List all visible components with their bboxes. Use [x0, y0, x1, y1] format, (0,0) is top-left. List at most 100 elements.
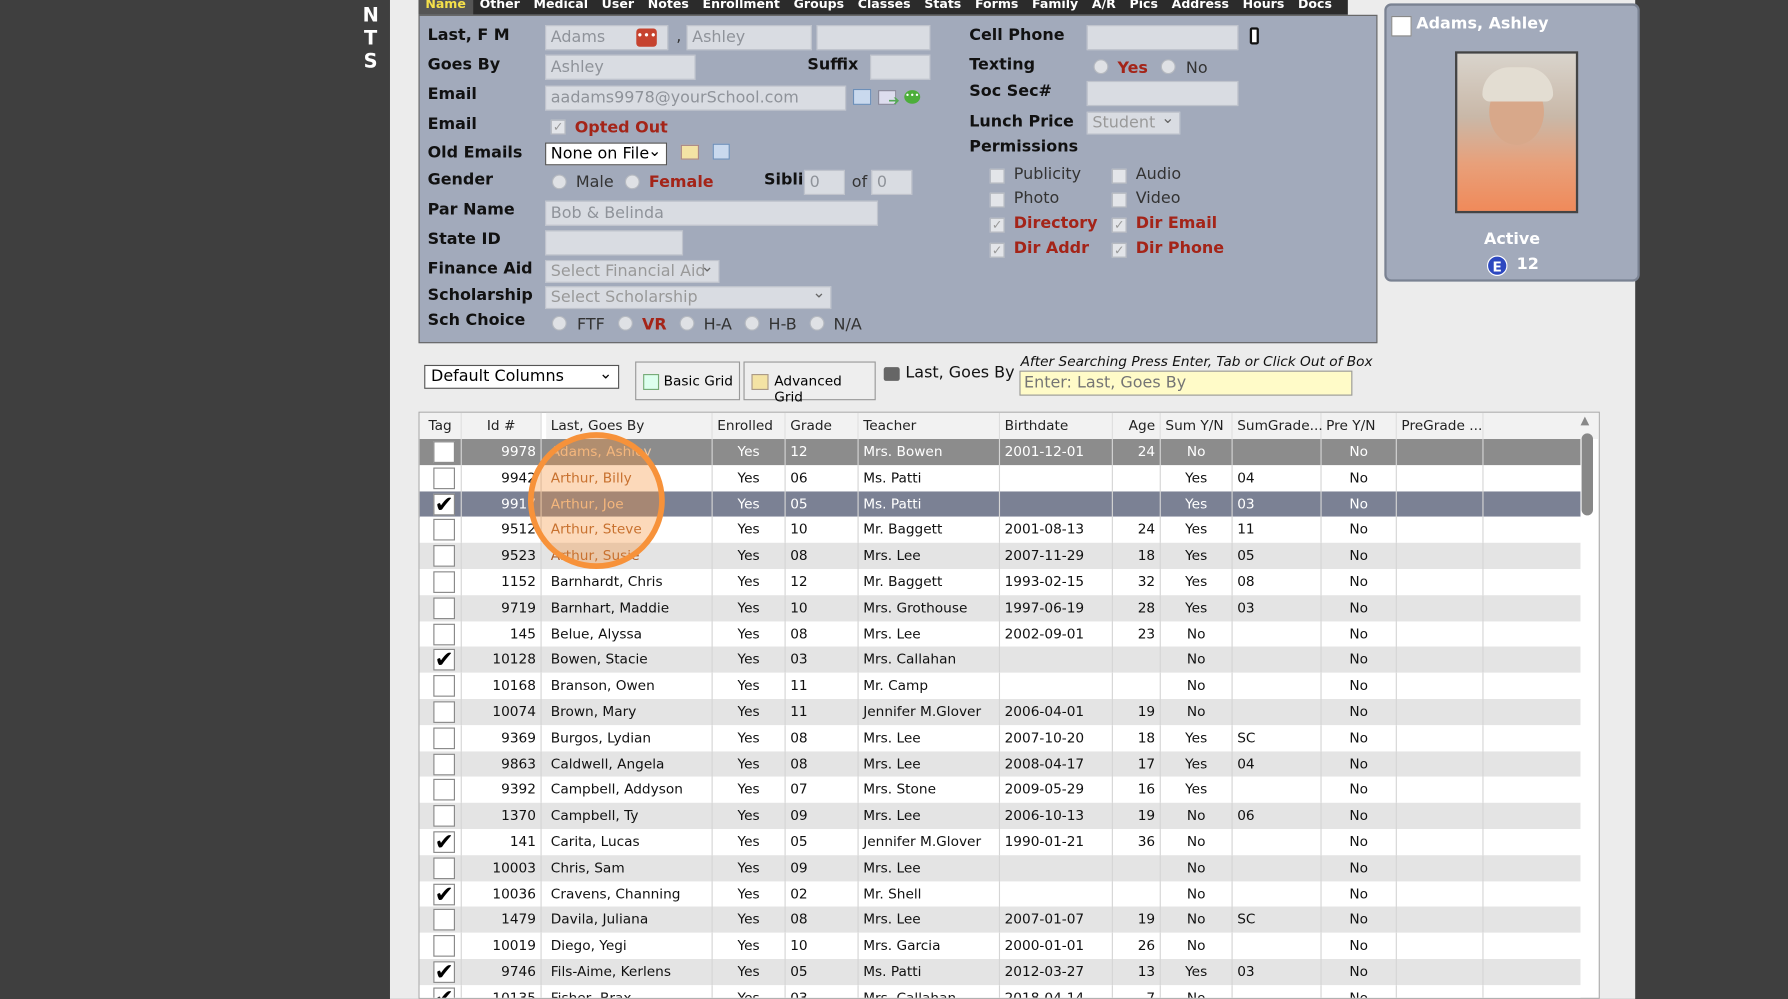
permission-checkbox[interactable]: ✓: [989, 242, 1005, 258]
permission-checkbox[interactable]: ✓: [989, 217, 1005, 233]
column-header[interactable]: Pre Y/N: [1321, 412, 1397, 440]
table-row[interactable]: ✔ 141 Carita, Lucas Yes 05 Jennifer M.Glover 1…: [419, 828, 1581, 856]
table-row[interactable]: 9863 Caldwell, Angela Yes 08 Mrs. Lee 2008-04…: [419, 750, 1581, 778]
scholarship-select[interactable]: Select Scholarship: [545, 284, 832, 310]
tab-medical[interactable]: Medical: [527, 0, 595, 15]
scrollbar-thumb[interactable]: [1581, 433, 1593, 516]
texting-yes-radio[interactable]: [1093, 59, 1109, 75]
table-row[interactable]: 9719 Barnhart, Maddie Yes 10 Mrs. Grothouse 1…: [419, 595, 1581, 622]
suffix-input[interactable]: [870, 54, 931, 80]
tag-checkbox[interactable]: [433, 857, 455, 879]
table-row[interactable]: 1479 Davila, Juliana Yes 08 Mrs. Lee 2007-01-…: [419, 906, 1581, 934]
edit-email-icon[interactable]: [680, 144, 700, 160]
table-row[interactable]: 10019 Diego, Yegi Yes 10 Mrs. Garcia 2000-01-…: [419, 932, 1581, 960]
goes-by-input[interactable]: Ashley: [545, 54, 696, 80]
tag-checkbox[interactable]: ✔: [433, 648, 455, 671]
permission-checkbox[interactable]: [989, 192, 1005, 208]
tag-checkbox[interactable]: [433, 779, 455, 801]
table-row[interactable]: 145 Belue, Alyssa Yes 08 Mrs. Lee 2002-09-01 2…: [419, 621, 1581, 648]
email-history-icon[interactable]: [712, 143, 730, 160]
sibling-total-input[interactable]: 0: [871, 169, 913, 195]
tag-checkbox[interactable]: [433, 467, 455, 489]
gender-male-radio[interactable]: [551, 174, 567, 190]
tag-checkbox[interactable]: ✔: [433, 960, 455, 983]
columns-select[interactable]: Default Columns ⌄: [424, 364, 620, 389]
old-emails-select[interactable]: None on File ⌄: [545, 142, 668, 166]
lunch-price-select[interactable]: Student: [1086, 109, 1181, 135]
table-row[interactable]: 9392 Campbell, Addyson Yes 07 Mrs. Stone 2009…: [419, 776, 1581, 804]
advanced-grid-button[interactable]: Advanced Grid: [743, 361, 876, 405]
opted-out-checkbox[interactable]: ✓: [550, 119, 566, 135]
basic-grid-button[interactable]: Basic Grid: [635, 361, 741, 401]
tab-family[interactable]: Family: [1025, 0, 1085, 15]
permission-checkbox[interactable]: [989, 168, 1005, 184]
sch-choice-radio[interactable]: [551, 315, 567, 331]
tab-enrollment[interactable]: Enrollment: [696, 0, 787, 15]
scroll-up-icon[interactable]: ▲: [1580, 415, 1594, 429]
gender-female-radio[interactable]: [624, 174, 640, 190]
tag-checkbox[interactable]: [433, 935, 455, 957]
email-forward-icon[interactable]: ➔: [878, 90, 900, 108]
column-header[interactable]: Age: [1112, 412, 1161, 440]
state-id-input[interactable]: [545, 230, 684, 256]
tag-checkbox[interactable]: ✔: [433, 986, 455, 998]
tag-checkbox[interactable]: ✔: [433, 830, 455, 853]
tab-groups[interactable]: Groups: [787, 0, 851, 15]
tag-checkbox[interactable]: [433, 727, 455, 749]
column-header[interactable]: Tag: [419, 412, 462, 440]
column-header[interactable]: Id #: [461, 412, 542, 440]
tag-checkbox[interactable]: [433, 441, 455, 463]
sch-choice-radio[interactable]: [744, 315, 760, 331]
sch-choice-radio[interactable]: [618, 315, 633, 331]
tag-checkbox[interactable]: ✔: [433, 492, 455, 515]
student-select-checkbox[interactable]: [1391, 15, 1412, 37]
sibling-input[interactable]: 0: [803, 169, 845, 195]
middle-input[interactable]: [816, 25, 931, 51]
tab-other[interactable]: Other: [473, 0, 527, 15]
tab-notes[interactable]: Notes: [641, 0, 696, 15]
permission-checkbox[interactable]: [1111, 168, 1127, 184]
tag-checkbox[interactable]: [433, 753, 455, 775]
tag-checkbox[interactable]: [433, 597, 455, 619]
tab-user[interactable]: User: [595, 0, 641, 15]
tag-checkbox[interactable]: ✔: [433, 882, 455, 905]
tab-docs[interactable]: Docs: [1291, 0, 1339, 15]
permission-checkbox[interactable]: [1111, 192, 1127, 208]
search-input[interactable]: [1019, 370, 1353, 396]
table-row[interactable]: ✔ 10036 Cravens, Channing Yes 02 Mr. Shell No N…: [419, 880, 1581, 908]
table-row[interactable]: 9369 Burgos, Lydian Yes 08 Mrs. Lee 2007-10-2…: [419, 724, 1581, 752]
column-header[interactable]: Grade: [785, 412, 859, 440]
table-row[interactable]: 10003 Chris, Sam Yes 09 Mrs. Lee No No: [419, 854, 1581, 882]
column-header[interactable]: Last, Goes By: [546, 412, 713, 440]
cell-phone-input[interactable]: [1086, 25, 1239, 51]
soc-sec-input[interactable]: [1086, 80, 1239, 107]
par-name-input[interactable]: Bob & Belinda: [545, 200, 879, 226]
tab-ar[interactable]: A/R: [1085, 0, 1123, 15]
tag-checkbox[interactable]: [433, 519, 455, 541]
table-row[interactable]: 10168 Branson, Owen Yes 11 Mr. Camp No No: [419, 672, 1581, 700]
tab-stats[interactable]: Stats: [917, 0, 968, 15]
tab-name[interactable]: Name: [418, 0, 473, 15]
first-name-input[interactable]: Ashley: [686, 25, 812, 51]
tab-hours[interactable]: Hours: [1236, 0, 1291, 15]
sch-choice-radio[interactable]: [809, 315, 825, 331]
permission-checkbox[interactable]: ✓: [1111, 217, 1127, 233]
column-header[interactable]: SumGrade...: [1232, 412, 1323, 440]
table-row[interactable]: ✔ 9746 Fils-Aime, Kerlens Yes 05 Ms. Patti 201…: [419, 958, 1581, 986]
column-header[interactable]: Sum Y/N: [1160, 412, 1233, 440]
table-row[interactable]: ✔ 10135 Fisher, Brax Yes 03 Mrs. Callahan 2018…: [419, 984, 1581, 998]
tag-checkbox[interactable]: [433, 701, 455, 723]
column-header[interactable]: Teacher: [858, 412, 1001, 440]
column-header[interactable]: PreGrade ...: [1396, 412, 1484, 440]
sch-choice-radio[interactable]: [679, 315, 695, 331]
tag-checkbox[interactable]: [433, 805, 455, 827]
tag-checkbox[interactable]: [433, 909, 455, 931]
table-row[interactable]: 10074 Brown, Mary Yes 11 Jennifer M.Glover 20…: [419, 699, 1581, 726]
tag-checkbox[interactable]: [433, 545, 455, 567]
table-row[interactable]: 1152 Barnhardt, Chris Yes 12 Mr. Baggett 1993…: [419, 569, 1581, 596]
finance-aid-select[interactable]: Select Financial Aid: [545, 258, 720, 283]
mobile-phone-icon[interactable]: [1249, 27, 1259, 45]
email-open-icon[interactable]: [852, 88, 872, 105]
tag-checkbox[interactable]: [433, 675, 455, 697]
text-message-icon[interactable]: •••: [904, 90, 921, 104]
